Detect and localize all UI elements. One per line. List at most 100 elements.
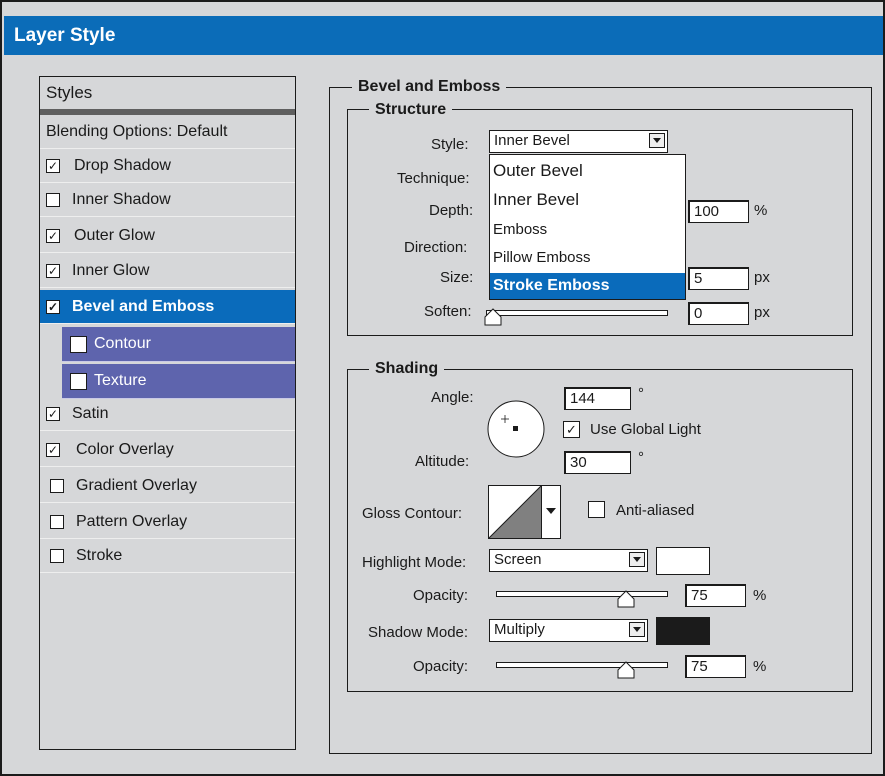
styles-list: Styles Blending Options: Default ✓ Drop … xyxy=(39,76,296,750)
technique-label: Technique: xyxy=(397,170,470,187)
style-item-gradient-overlay[interactable]: Gradient Overlay xyxy=(40,469,295,503)
style-item-label: Inner Shadow xyxy=(72,191,171,208)
angle-dial[interactable] xyxy=(486,399,548,461)
soften-label: Soften: xyxy=(424,303,472,320)
layer-style-dialog: Layer Style Styles Blending Options: Def… xyxy=(0,0,885,776)
chevron-down-icon xyxy=(546,508,556,514)
soften-slider-thumb[interactable] xyxy=(484,308,502,326)
depth-unit: % xyxy=(754,202,768,219)
bevel-emboss-checkbox[interactable]: ✓ xyxy=(46,300,60,314)
highlight-mode-value: Screen xyxy=(494,551,542,568)
contour-linear-icon xyxy=(488,485,542,539)
soften-slider[interactable] xyxy=(486,310,668,316)
pattern-overlay-checkbox[interactable] xyxy=(50,515,64,529)
angle-label: Angle: xyxy=(431,389,474,406)
structure-title: Structure xyxy=(369,100,453,120)
shadow-opacity-input[interactable]: 75 xyxy=(685,655,746,678)
inner-shadow-checkbox[interactable] xyxy=(46,193,60,207)
shadow-opacity-thumb[interactable] xyxy=(617,661,635,679)
chevron-down-icon[interactable] xyxy=(629,622,645,637)
bevel-style-value: Inner Bevel xyxy=(494,132,570,149)
shadow-color-swatch[interactable] xyxy=(656,617,710,645)
soften-unit: px xyxy=(754,304,770,321)
highlight-opacity-label: Opacity: xyxy=(413,587,469,604)
stroke-checkbox[interactable] xyxy=(50,549,64,563)
style-item-label: Stroke xyxy=(76,547,123,564)
angle-input[interactable]: 144 xyxy=(564,387,631,410)
gloss-contour-dropdown[interactable] xyxy=(541,485,561,539)
style-item-pattern-overlay[interactable]: Pattern Overlay xyxy=(40,505,295,539)
shadow-opacity-unit: % xyxy=(753,658,767,675)
style-item-outer-glow[interactable]: ✓ Outer Glow xyxy=(40,219,295,253)
color-overlay-checkbox[interactable]: ✓ xyxy=(46,443,60,457)
style-item-bevel-and-emboss[interactable]: ✓ Bevel and Emboss xyxy=(40,290,295,324)
highlight-mode-select[interactable]: Screen xyxy=(489,549,648,572)
gloss-contour-label: Gloss Contour: xyxy=(362,505,463,522)
bevel-style-dropdown-list: Outer Bevel Inner Bevel Emboss Pillow Em… xyxy=(489,154,686,300)
dropdown-option-inner-bevel[interactable]: Inner Bevel xyxy=(490,188,685,212)
styles-header[interactable]: Styles xyxy=(40,77,295,115)
outer-glow-checkbox[interactable]: ✓ xyxy=(46,229,60,243)
highlight-opacity-slider[interactable] xyxy=(496,591,668,597)
shadow-opacity-slider[interactable] xyxy=(496,662,668,668)
style-item-drop-shadow[interactable]: ✓ Drop Shadow xyxy=(40,149,295,183)
style-label: Style: xyxy=(431,136,469,153)
dropdown-option-pillow-emboss[interactable]: Pillow Emboss xyxy=(490,246,685,270)
altitude-degree: ° xyxy=(638,449,644,466)
style-item-inner-shadow[interactable]: Inner Shadow xyxy=(40,183,295,217)
style-item-color-overlay[interactable]: ✓ Color Overlay xyxy=(40,433,295,467)
shadow-mode-value: Multiply xyxy=(494,621,545,638)
dropdown-option-outer-bevel[interactable]: Outer Bevel xyxy=(490,159,685,183)
depth-input[interactable]: 100 xyxy=(688,200,749,223)
bevel-style-select[interactable]: Inner Bevel xyxy=(489,130,668,153)
style-item-inner-glow[interactable]: ✓ Inner Glow xyxy=(40,254,295,288)
shading-group xyxy=(347,369,853,692)
gradient-overlay-checkbox[interactable] xyxy=(50,479,64,493)
texture-checkbox[interactable] xyxy=(70,373,87,390)
style-item-label: Outer Glow xyxy=(74,227,155,244)
soften-input[interactable]: 0 xyxy=(688,302,749,325)
chevron-down-icon[interactable] xyxy=(649,133,665,148)
dialog-title: Layer Style xyxy=(4,16,883,55)
shadow-mode-label: Shadow Mode: xyxy=(368,624,469,641)
shadow-opacity-label: Opacity: xyxy=(413,658,469,675)
style-item-stroke[interactable]: Stroke xyxy=(40,539,295,573)
drop-shadow-checkbox[interactable]: ✓ xyxy=(46,159,60,173)
highlight-opacity-input[interactable]: 75 xyxy=(685,584,746,607)
style-item-satin[interactable]: ✓ Satin xyxy=(40,397,295,431)
anti-aliased-checkbox[interactable] xyxy=(588,501,605,518)
contour-checkbox[interactable] xyxy=(70,336,87,353)
bevel-emboss-title: Bevel and Emboss xyxy=(352,77,507,97)
angle-degree: ° xyxy=(638,385,644,402)
anti-aliased-label: Anti-aliased xyxy=(616,502,695,519)
inner-glow-checkbox[interactable]: ✓ xyxy=(46,264,60,278)
highlight-opacity-unit: % xyxy=(753,587,767,604)
altitude-input[interactable]: 30 xyxy=(564,451,631,474)
dropdown-option-stroke-emboss[interactable]: Stroke Emboss xyxy=(490,273,685,299)
style-item-label: Texture xyxy=(94,372,147,389)
style-item-label: Satin xyxy=(72,405,109,422)
style-item-texture[interactable]: Texture xyxy=(62,364,295,399)
highlight-opacity-thumb[interactable] xyxy=(617,590,635,608)
use-global-light-label: Use Global Light xyxy=(590,421,701,438)
depth-label: Depth: xyxy=(429,202,474,219)
style-item-label: Gradient Overlay xyxy=(76,477,197,494)
style-item-label: Color Overlay xyxy=(76,441,174,458)
chevron-down-icon[interactable] xyxy=(629,552,645,567)
shading-title: Shading xyxy=(369,359,445,379)
blending-options-item[interactable]: Blending Options: Default xyxy=(40,115,295,149)
use-global-light-checkbox[interactable]: ✓ xyxy=(563,421,580,438)
shadow-mode-select[interactable]: Multiply xyxy=(489,619,648,642)
style-item-contour[interactable]: Contour xyxy=(62,327,295,362)
altitude-label: Altitude: xyxy=(415,453,470,470)
satin-checkbox[interactable]: ✓ xyxy=(46,407,60,421)
size-input[interactable]: 5 xyxy=(688,267,749,290)
size-label: Size: xyxy=(440,269,474,286)
style-item-label: Contour xyxy=(94,335,151,352)
style-item-label: Inner Glow xyxy=(72,262,150,279)
style-item-label: Pattern Overlay xyxy=(76,513,188,530)
dropdown-option-emboss[interactable]: Emboss xyxy=(490,218,685,242)
highlight-color-swatch[interactable] xyxy=(656,547,710,575)
highlight-mode-label: Highlight Mode: xyxy=(362,554,467,571)
gloss-contour-preview[interactable] xyxy=(488,485,542,539)
